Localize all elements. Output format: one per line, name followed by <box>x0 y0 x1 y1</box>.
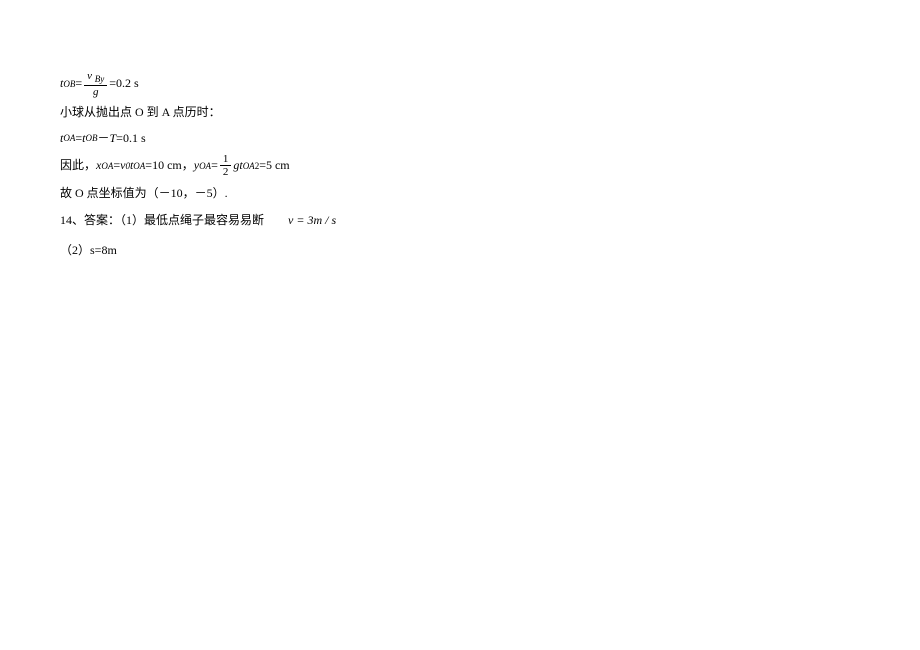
sub-toa-y: OA <box>243 158 255 174</box>
sub-yoa: OA <box>199 158 211 174</box>
coords-text: 故 O 点坐标值为（－10，－5）. <box>60 183 228 205</box>
tob-result: =0.2 s <box>109 73 138 95</box>
toa-result: =0.1 s <box>116 128 145 150</box>
answer-14-2: （2）s=8m <box>60 240 860 262</box>
frac-denominator: g <box>90 86 102 98</box>
ans14-formula: v = 3m / s <box>288 210 336 232</box>
sub-toa-x: OA <box>133 158 145 174</box>
prefix-therefore: 因此， <box>60 155 96 177</box>
text-content: 小球从抛出点 O 到 A 点历时： <box>60 102 221 124</box>
var-T: T <box>109 128 116 150</box>
tob-lhs: t OB = <box>60 73 82 95</box>
sub-ob2: OB <box>85 130 97 146</box>
fraction-vby-g: v By g <box>84 70 107 98</box>
text-o-coords: 故 O 点坐标值为（－10，－5）. <box>60 183 860 205</box>
eq-sign-y: = <box>211 155 218 177</box>
equation-xoa-yoa: 因此， x OA = v 0 t OA =10 cm， y OA = 1 2 g… <box>60 153 860 178</box>
sub-ob: OB <box>63 76 75 92</box>
frac-numerator: v By <box>84 70 107 86</box>
answer-14-1: 14、答案：（1）最低点绳子最容易易断 v = 3m / s <box>60 210 860 232</box>
sub-xoa: OA <box>101 158 113 174</box>
val-yoa: =5 cm <box>259 155 289 177</box>
frac-num-1: 1 <box>220 153 232 166</box>
ans14-2-text: （2）s=8m <box>60 240 117 262</box>
fraction-half: 1 2 <box>220 153 232 178</box>
val-xoa: =10 cm， <box>145 155 193 177</box>
frac-den-2: 2 <box>220 166 232 178</box>
equation-toa: t OA = t OB － T =0.1 s <box>60 128 860 150</box>
eq-sign: = <box>75 73 82 95</box>
text-o-to-a: 小球从抛出点 O 到 A 点历时： <box>60 102 860 124</box>
equation-tob: t OB = v By g =0.2 s <box>60 70 860 98</box>
minus-sign: － <box>97 128 109 150</box>
ans14-prefix: 14、答案：（1）最低点绳子最容易易断 <box>60 210 264 232</box>
sub-by: By <box>95 74 105 84</box>
var-v: v <box>87 70 92 82</box>
eq-sign-x: = <box>113 155 120 177</box>
eq-sign1: = <box>75 128 82 150</box>
sub-oa1: OA <box>63 130 75 146</box>
